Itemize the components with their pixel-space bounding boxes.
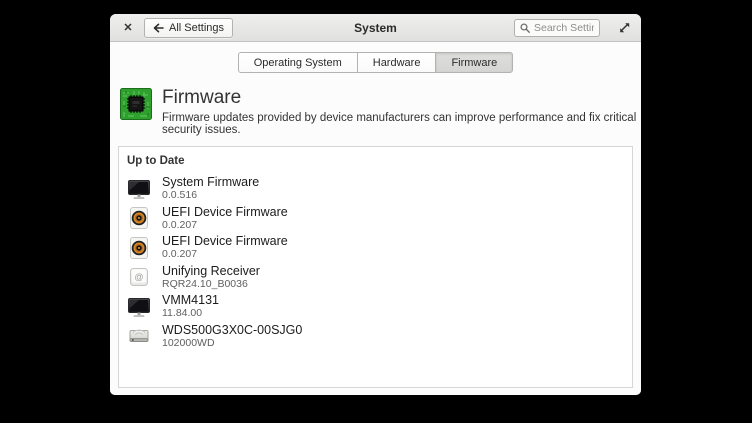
tab-hardware[interactable]: Hardware xyxy=(357,52,437,73)
monitor-icon xyxy=(127,177,151,201)
device-text: UEFI Device Firmware 0.0.207 xyxy=(162,234,288,261)
device-name: UEFI Device Firmware xyxy=(162,234,288,248)
device-name: System Firmware xyxy=(162,175,259,189)
firmware-chip-icon xyxy=(120,88,152,120)
page-header-text: Firmware Firmware updates provided by de… xyxy=(162,88,641,136)
device-name: WDS500G3X0C-00SJG0 xyxy=(162,323,302,337)
hard-drive-icon xyxy=(127,324,151,348)
tab-operating-system[interactable]: Operating System xyxy=(238,52,358,73)
device-rows: System Firmware 0.0.516 UEFI Device Firm… xyxy=(127,174,632,351)
device-version: 0.0.516 xyxy=(162,190,259,202)
device-row-uefi-2[interactable]: UEFI Device Firmware 0.0.207 xyxy=(127,233,632,263)
device-row-vmm4131[interactable]: VMM4131 11.84.00 xyxy=(127,292,632,322)
device-text: Unifying Receiver RQR24.10_B0036 xyxy=(162,264,260,291)
device-version: 102000WD xyxy=(162,338,302,350)
device-row-wds500[interactable]: WDS500G3X0C-00SJG0 102000WD xyxy=(127,321,632,351)
monitor-icon xyxy=(127,295,151,319)
device-row-system-firmware[interactable]: System Firmware 0.0.516 xyxy=(127,174,632,204)
device-text: System Firmware 0.0.516 xyxy=(162,175,259,202)
settings-window: ✕ All Settings System xyxy=(110,14,641,395)
all-settings-back-button[interactable]: All Settings xyxy=(144,18,233,38)
at-key-icon xyxy=(127,265,151,289)
page-header: Firmware Firmware updates provided by de… xyxy=(120,88,641,136)
search-icon xyxy=(520,23,530,33)
device-text: VMM4131 11.84.00 xyxy=(162,293,219,320)
device-version: RQR24.10_B0036 xyxy=(162,279,260,291)
search-input[interactable] xyxy=(534,22,594,34)
close-button[interactable]: ✕ xyxy=(120,20,136,36)
up-to-date-label: Up to Date xyxy=(127,155,632,167)
back-button-label: All Settings xyxy=(169,22,224,34)
tab-firmware[interactable]: Firmware xyxy=(435,52,513,73)
titlebar: ✕ All Settings System xyxy=(110,14,641,42)
device-text: WDS500G3X0C-00SJG0 102000WD xyxy=(162,323,302,350)
page-title: Firmware xyxy=(162,88,641,108)
speaker-icon xyxy=(127,206,151,230)
content-area: Operating System Hardware Firmware Firmw… xyxy=(110,42,641,395)
device-version: 0.0.207 xyxy=(162,220,288,232)
device-row-unifying-receiver[interactable]: Unifying Receiver RQR24.10_B0036 xyxy=(127,262,632,292)
search-settings-field[interactable] xyxy=(514,19,600,37)
resize-expand-icon[interactable] xyxy=(617,21,631,35)
device-row-uefi-1[interactable]: UEFI Device Firmware 0.0.207 xyxy=(127,203,632,233)
device-version: 0.0.207 xyxy=(162,249,288,261)
section-tabs: Operating System Hardware Firmware xyxy=(110,42,641,73)
device-version: 11.84.00 xyxy=(162,308,219,320)
device-list-panel: Up to Date System Firmware 0.0.516 UEFI … xyxy=(118,146,633,388)
device-name: VMM4131 xyxy=(162,293,219,307)
device-text: UEFI Device Firmware 0.0.207 xyxy=(162,205,288,232)
device-name: UEFI Device Firmware xyxy=(162,205,288,219)
back-arrow-icon xyxy=(153,23,164,33)
page-description: Firmware updates provided by device manu… xyxy=(162,112,641,136)
speaker-icon xyxy=(127,236,151,260)
device-name: Unifying Receiver xyxy=(162,264,260,278)
